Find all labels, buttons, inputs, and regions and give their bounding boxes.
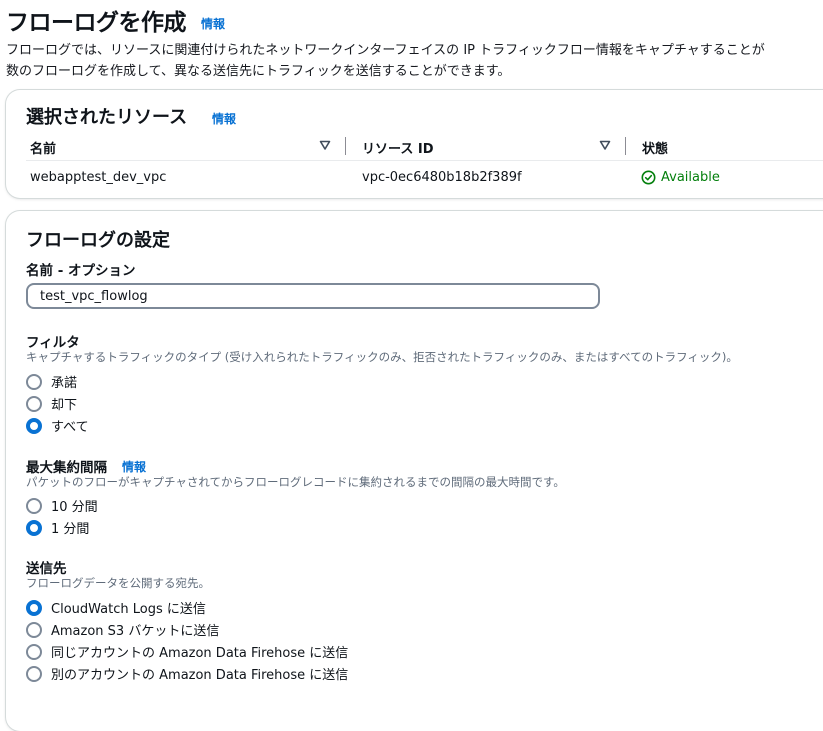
radio-circle[interactable] xyxy=(26,373,42,390)
destination-description: フローログデータを公開する宛先。 xyxy=(26,576,210,590)
column-header-name[interactable]: 名前 xyxy=(30,138,56,157)
interval-description: パケットのフローがキャプチャされてからフローログレコードに集約されるまでの間隔の… xyxy=(26,475,565,489)
flow-log-settings-title: フローログの設定 xyxy=(26,230,170,251)
radio-circle-selected[interactable] xyxy=(26,519,42,536)
table-cell-resource-id: vpc-0ec6480b18b2f389f xyxy=(362,170,522,185)
page-title: フローログを作成 xyxy=(6,10,187,36)
radio-circle[interactable] xyxy=(26,643,42,660)
page-info-link[interactable]: 情報 xyxy=(201,15,225,32)
table-header-divider xyxy=(26,160,823,161)
page-description-line1: フローログでは、リソースに関連付けられたネットワークインターフェイスの IP ト… xyxy=(6,43,765,58)
status-text: Available xyxy=(661,170,720,185)
filter-description: キャプチャするトラフィックのタイプ (受け入れられたトラフィックのみ、拒否された… xyxy=(26,350,738,364)
column-header-resource-id[interactable]: リソース ID xyxy=(362,138,434,157)
check-circle-icon xyxy=(641,170,656,185)
radio-destination-firehose-other[interactable]: 別のアカウントの Amazon Data Firehose に送信 xyxy=(26,664,348,683)
radio-filter-reject[interactable]: 却下 xyxy=(26,394,77,413)
radio-circle[interactable] xyxy=(26,497,42,514)
radio-filter-all[interactable]: すべて xyxy=(26,416,89,435)
selected-resources-title: 選択されたリソース xyxy=(26,107,188,128)
radio-interval-1min[interactable]: 1 分間 xyxy=(26,518,89,537)
filter-label: フィルタ xyxy=(26,335,80,351)
selected-resources-info-link[interactable]: 情報 xyxy=(212,110,236,127)
sort-down-icon[interactable] xyxy=(319,139,331,151)
destination-label: 送信先 xyxy=(26,561,67,577)
radio-filter-accept[interactable]: 承諾 xyxy=(26,372,77,391)
radio-circle[interactable] xyxy=(26,665,42,682)
radio-circle-selected[interactable] xyxy=(26,599,42,616)
name-input[interactable] xyxy=(26,283,600,309)
radio-destination-s3[interactable]: Amazon S3 バケットに送信 xyxy=(26,620,219,639)
column-header-status[interactable]: 状態 xyxy=(642,138,668,157)
interval-info-link[interactable]: 情報 xyxy=(122,458,146,475)
sort-down-icon[interactable] xyxy=(599,139,611,151)
table-cell-name: webapptest_dev_vpc xyxy=(30,170,167,185)
radio-destination-cloudwatch[interactable]: CloudWatch Logs に送信 xyxy=(26,598,206,617)
radio-circle[interactable] xyxy=(26,395,42,412)
interval-label: 最大集約間隔 xyxy=(26,460,107,476)
radio-circle-selected[interactable] xyxy=(26,417,42,434)
radio-destination-firehose-same[interactable]: 同じアカウントの Amazon Data Firehose に送信 xyxy=(26,642,348,661)
radio-interval-10min[interactable]: 10 分間 xyxy=(26,496,98,515)
radio-circle[interactable] xyxy=(26,621,42,638)
page-description-line2: 数のフローログを作成して、異なる送信先にトラフィックを送信することができます。 xyxy=(6,64,511,79)
column-separator[interactable] xyxy=(345,137,346,155)
status-badge: Available xyxy=(641,170,720,185)
column-separator[interactable] xyxy=(625,137,626,155)
name-label: 名前 - オプション xyxy=(26,263,136,279)
